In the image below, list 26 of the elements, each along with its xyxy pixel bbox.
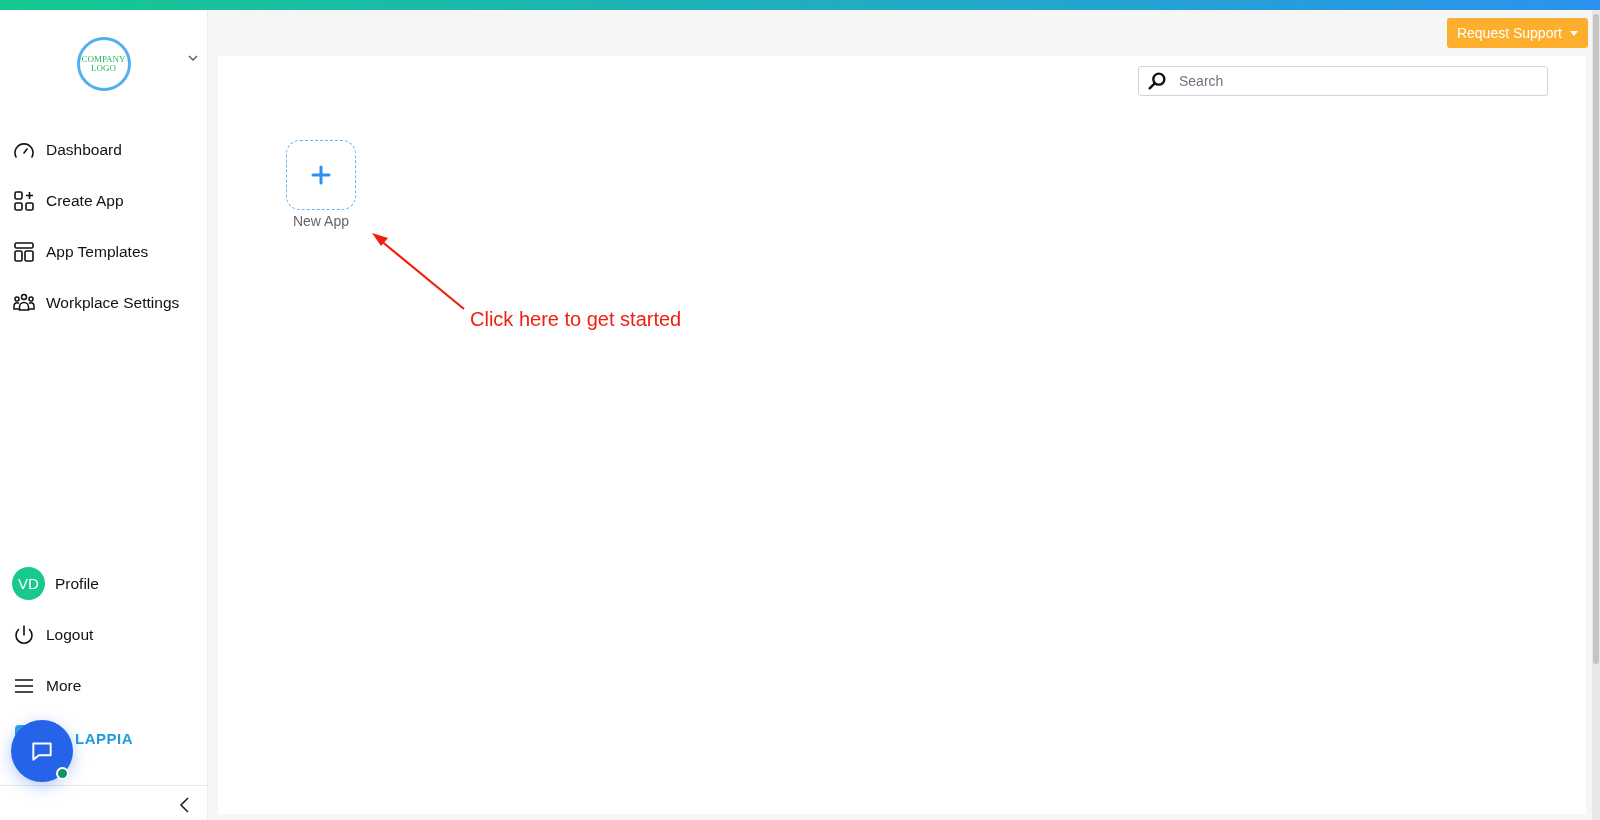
search-icon — [1146, 70, 1168, 92]
scrollbar[interactable] — [1592, 10, 1600, 820]
sidebar-item-label: Dashboard — [46, 140, 122, 159]
sidebar-item-label: Create App — [46, 191, 124, 210]
avatar: VD — [12, 567, 45, 600]
caret-icon — [1570, 30, 1578, 36]
sidebar-item[interactable]: Logout — [0, 611, 106, 658]
sidebar-item-label: Workplace Settings — [46, 293, 180, 312]
power-icon — [12, 622, 36, 647]
sidebar-item[interactable]: More — [0, 662, 94, 709]
sidebar-item[interactable]: Dashboard — [0, 126, 134, 173]
sidebar-item-label: App Templates — [46, 242, 149, 261]
sidebar-item[interactable]: Workplace Settings — [0, 279, 192, 326]
sidebar-item-label: Logout — [46, 625, 94, 644]
plus-icon — [311, 165, 331, 185]
sidebar-item[interactable]: Create App — [0, 177, 136, 224]
sidebar-item[interactable]: App Templates — [0, 228, 161, 275]
sidebar-item-label: More — [46, 676, 82, 695]
new-app-label: New App — [292, 213, 349, 229]
sidebar-item[interactable]: VD Profile — [0, 560, 111, 607]
search-field[interactable]: Search — [1138, 66, 1548, 96]
layout-icon — [12, 239, 36, 264]
apps-plus-icon — [12, 188, 36, 213]
sidebar-item-label: Profile — [55, 574, 99, 593]
annotation-text: Click here to get started — [470, 308, 682, 331]
brand-name: LAPPIA — [75, 729, 133, 747]
